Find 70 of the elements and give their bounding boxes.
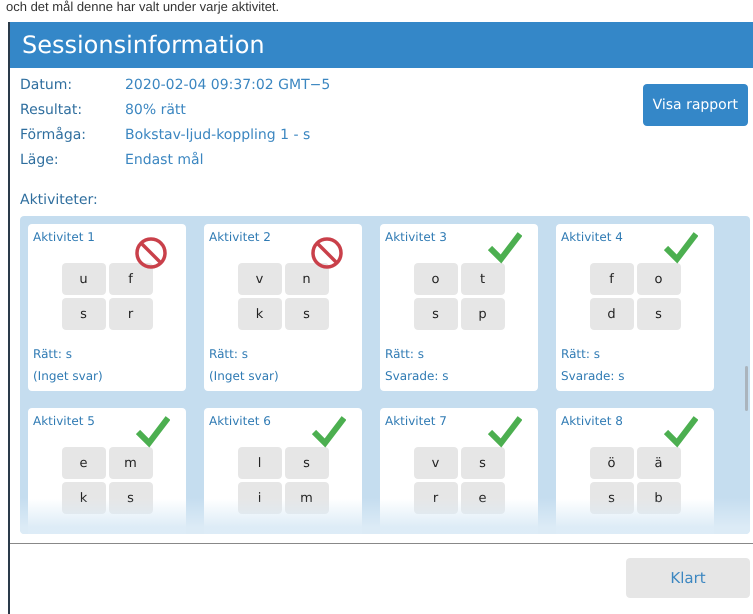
letter-tile: k [238,298,282,330]
given-answer: Svarade: s [561,369,626,383]
letter-tile: e [62,447,106,479]
scrollbar[interactable] [745,366,748,411]
letter-tile: e [460,482,504,514]
letter-tile: o [636,263,680,295]
check-icon [136,414,170,448]
letter-tile: p [460,298,504,330]
given-answer: (Inget svar) [33,369,104,383]
activity-title: Aktivitet 2 [209,230,272,244]
activity-title: Aktivitet 6 [209,414,272,428]
prohibited-icon [134,236,168,270]
letter-tile: t [460,263,504,295]
check-icon [664,414,698,448]
letter-tile: r [108,298,152,330]
letter-tile: s [108,482,152,514]
detail-value: 2020-02-04 09:37:02 GMT−5 [125,76,330,95]
letter-tile: s [590,482,634,514]
check-icon [488,414,522,448]
detail-label: Förmåga: [20,126,88,145]
section-label: Aktiviteter: [20,192,99,208]
activity-title: Aktivitet 8 [561,414,624,428]
letter-tile: m [284,482,328,514]
correct-answer: Rätt: s [385,347,425,361]
letter-tile: ö [590,447,634,479]
letter-tile: l [238,447,282,479]
detail-label: Datum: [20,76,74,95]
page-text: och det mål denne har valt under varje aktivitet. [6,0,280,14]
detail-value: Endast mål [125,151,205,170]
letter-tile: s [284,447,328,479]
letter-tile: m [108,447,152,479]
letter-tile: d [590,298,634,330]
letter-tile: s [636,298,680,330]
letter-tile: k [62,482,106,514]
letter-tile: r [414,482,458,514]
letter-tile: o [414,263,458,295]
correct-answer: Rätt: s [561,347,601,361]
detail-value: Bokstav-ljud-koppling 1 - s [125,126,312,145]
letter-tile: v [414,447,458,479]
activity-title: Aktivitet 1 [33,230,96,244]
given-answer: (Inget svar) [209,369,280,383]
activity-title: Aktivitet 7 [385,414,448,428]
letter-tile: i [238,482,282,514]
letter-tile: u [62,263,106,295]
letter-tile: v [238,263,282,295]
detail-label: Läge: [20,151,60,170]
check-icon [488,230,522,264]
activity-title: Aktivitet 5 [33,414,96,428]
prohibited-icon [310,236,344,270]
letter-tile: b [636,482,680,514]
letter-tile: s [284,298,328,330]
letter-tile: f [108,263,152,295]
activity-title: Aktivitet 3 [385,230,448,244]
dialog-title: Sessionsinformation [22,31,265,59]
given-answer: Svarade: s [385,369,450,383]
letter-tile: s [62,298,106,330]
letter-tile: n [284,263,328,295]
check-icon [664,230,698,264]
done-button[interactable]: Klart [626,558,750,598]
check-icon [312,414,346,448]
correct-answer: Rätt: s [209,347,249,361]
letter-tile: s [460,447,504,479]
report-button[interactable]: Visa rapport [642,84,748,126]
detail-value: 80% rätt [125,101,187,120]
detail-label: Resultat: [20,101,84,120]
letter-tile: f [590,263,634,295]
activity-title: Aktivitet 4 [561,230,624,244]
letter-tile: ä [636,447,680,479]
correct-answer: Rätt: s [33,347,73,361]
letter-tile: s [414,298,458,330]
